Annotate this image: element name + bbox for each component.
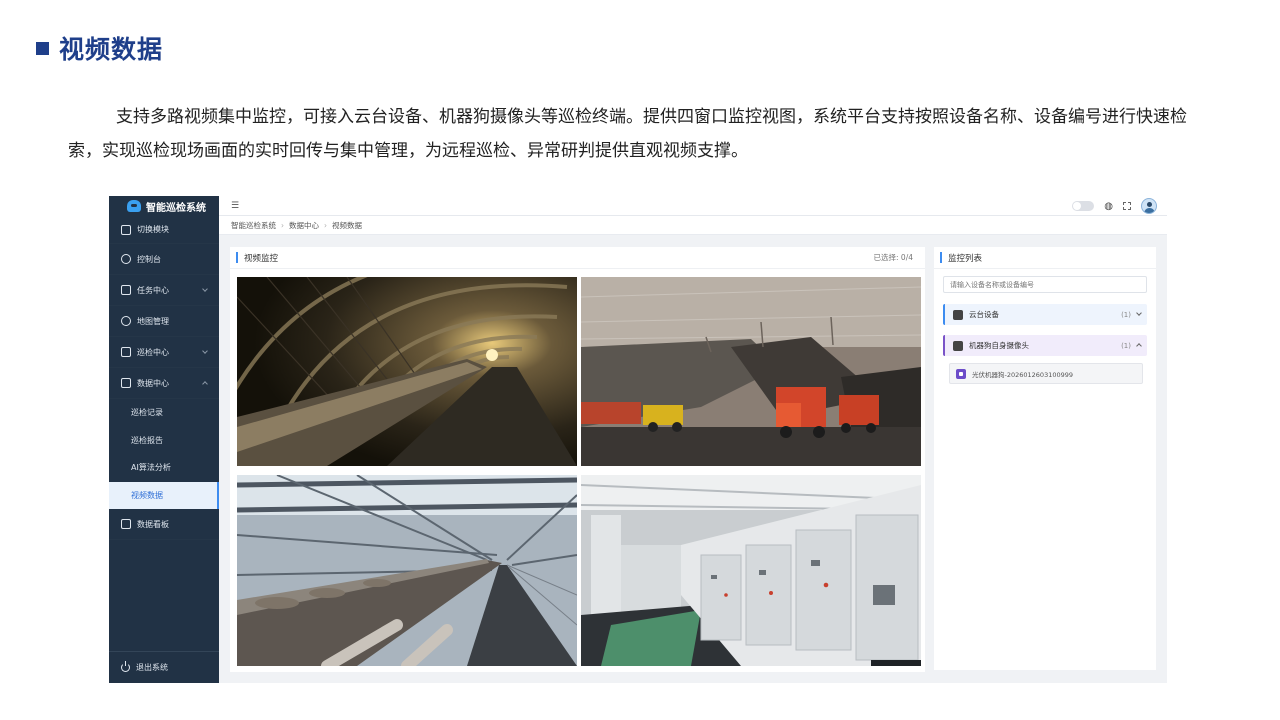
sidebar-item-console[interactable]: 控制台 — [109, 244, 219, 275]
calendar-icon — [121, 285, 131, 295]
video-window-2[interactable] — [581, 277, 921, 466]
breadcrumb-separator-icon: › — [324, 220, 327, 230]
logout-button[interactable]: 退出系统 — [109, 651, 219, 683]
device-search-input[interactable] — [943, 276, 1147, 293]
sidebar-subitem-records[interactable]: 巡检记录 — [109, 399, 219, 427]
robot-logo-icon — [127, 200, 141, 212]
data-icon — [121, 378, 131, 388]
group-ptz-devices[interactable]: 云台设备 (1) — [943, 304, 1147, 325]
theme-toggle[interactable] — [1072, 201, 1095, 211]
group-count: (1) — [1121, 341, 1131, 350]
group-label: 机器狗自身摄像头 — [969, 341, 1029, 350]
monitor-icon — [121, 519, 131, 529]
sidebar-item-inspection-center[interactable]: 巡检中心 — [109, 337, 219, 368]
sidebar-item-data-center[interactable]: 数据中心 — [109, 368, 219, 399]
robot-dog-icon — [953, 340, 963, 351]
group-robot-dog-cameras[interactable]: 机器狗自身摄像头 (1) — [943, 335, 1147, 356]
avatar[interactable] — [1141, 198, 1157, 214]
globe-icon[interactable]: ◍ — [1104, 201, 1113, 212]
map-user-icon — [121, 316, 131, 326]
sidebar-item-switch-module[interactable]: 切换模块 — [109, 216, 219, 244]
ptz-camera-icon — [953, 309, 963, 320]
list-panel-title: 监控列表 — [948, 253, 983, 264]
chevron-down-icon — [1136, 310, 1142, 316]
device-name: 光伏机器狗-2026012603100999 — [972, 370, 1074, 379]
sidebar-item-map[interactable]: 地图管理 — [109, 306, 219, 337]
sidebar-item-dashboard[interactable]: 数据看板 — [109, 509, 219, 540]
slide-description: 支持多路视频集中监控，可接入云台设备、机器狗摄像头等巡检终端。提供四窗口监控视图… — [68, 107, 1187, 161]
chevron-down-icon — [202, 286, 208, 292]
grid-icon — [121, 224, 131, 235]
clipboard-icon — [121, 347, 131, 357]
title-square-icon — [36, 41, 49, 55]
power-icon — [121, 661, 130, 672]
dashboard-icon — [121, 254, 131, 264]
sidebar-subitem-ai-analysis[interactable]: AI算法分析 — [109, 454, 219, 482]
video-window-1[interactable] — [237, 277, 577, 466]
fullscreen-icon[interactable] — [1123, 202, 1131, 210]
sidebar-item-task-center[interactable]: 任务中心 — [109, 275, 219, 306]
selected-count: 已选择: 0/4 — [873, 253, 913, 262]
app-window: 智能巡检系统 切换模块 控制台 任务中心 地图管理 巡检中心 数据中心 巡检记录… — [109, 196, 1167, 683]
brand-name: 智能巡检系统 — [146, 202, 206, 214]
breadcrumb-item[interactable]: 智能巡检系统 — [231, 220, 276, 231]
breadcrumb-item[interactable]: 数据中心 — [289, 220, 319, 231]
slide-title: 视频数据 — [36, 30, 163, 66]
video-panel-title: 视频监控 — [244, 253, 279, 264]
monitor-list-panel: 监控列表 云台设备 (1) 机器狗自身摄像头 (1) 光伏机器狗-2026012… — [934, 247, 1156, 670]
sidebar-subitem-reports[interactable]: 巡检报告 — [109, 427, 219, 455]
brand: 智能巡检系统 — [109, 196, 219, 216]
breadcrumb-separator-icon: › — [281, 220, 284, 230]
slide-title-text: 视频数据 — [59, 35, 164, 64]
sidebar-subitem-video-data[interactable]: 视频数据 — [109, 481, 219, 509]
camera-device-icon — [956, 368, 966, 379]
video-window-3[interactable] — [237, 475, 577, 666]
chevron-up-icon — [202, 381, 208, 387]
title-accent-bar — [940, 252, 942, 263]
breadcrumb-item: 视频数据 — [332, 220, 362, 230]
title-accent-bar — [236, 252, 238, 263]
video-window-4[interactable] — [581, 475, 921, 666]
topbar: ☰ ◍ — [219, 196, 1167, 216]
menu-icon[interactable]: ☰ — [231, 201, 239, 211]
chevron-up-icon — [1136, 343, 1142, 349]
device-item[interactable]: 光伏机器狗-2026012603100999 — [949, 363, 1143, 384]
group-count: (1) — [1121, 310, 1131, 319]
chevron-down-icon — [202, 348, 208, 354]
video-monitor-panel: 视频监控 已选择: 0/4 — [230, 247, 925, 672]
breadcrumb: 智能巡检系统 › 数据中心 › 视频数据 — [219, 216, 1167, 235]
sidebar: 智能巡检系统 切换模块 控制台 任务中心 地图管理 巡检中心 数据中心 巡检记录… — [109, 196, 219, 683]
group-label: 云台设备 — [969, 310, 999, 319]
